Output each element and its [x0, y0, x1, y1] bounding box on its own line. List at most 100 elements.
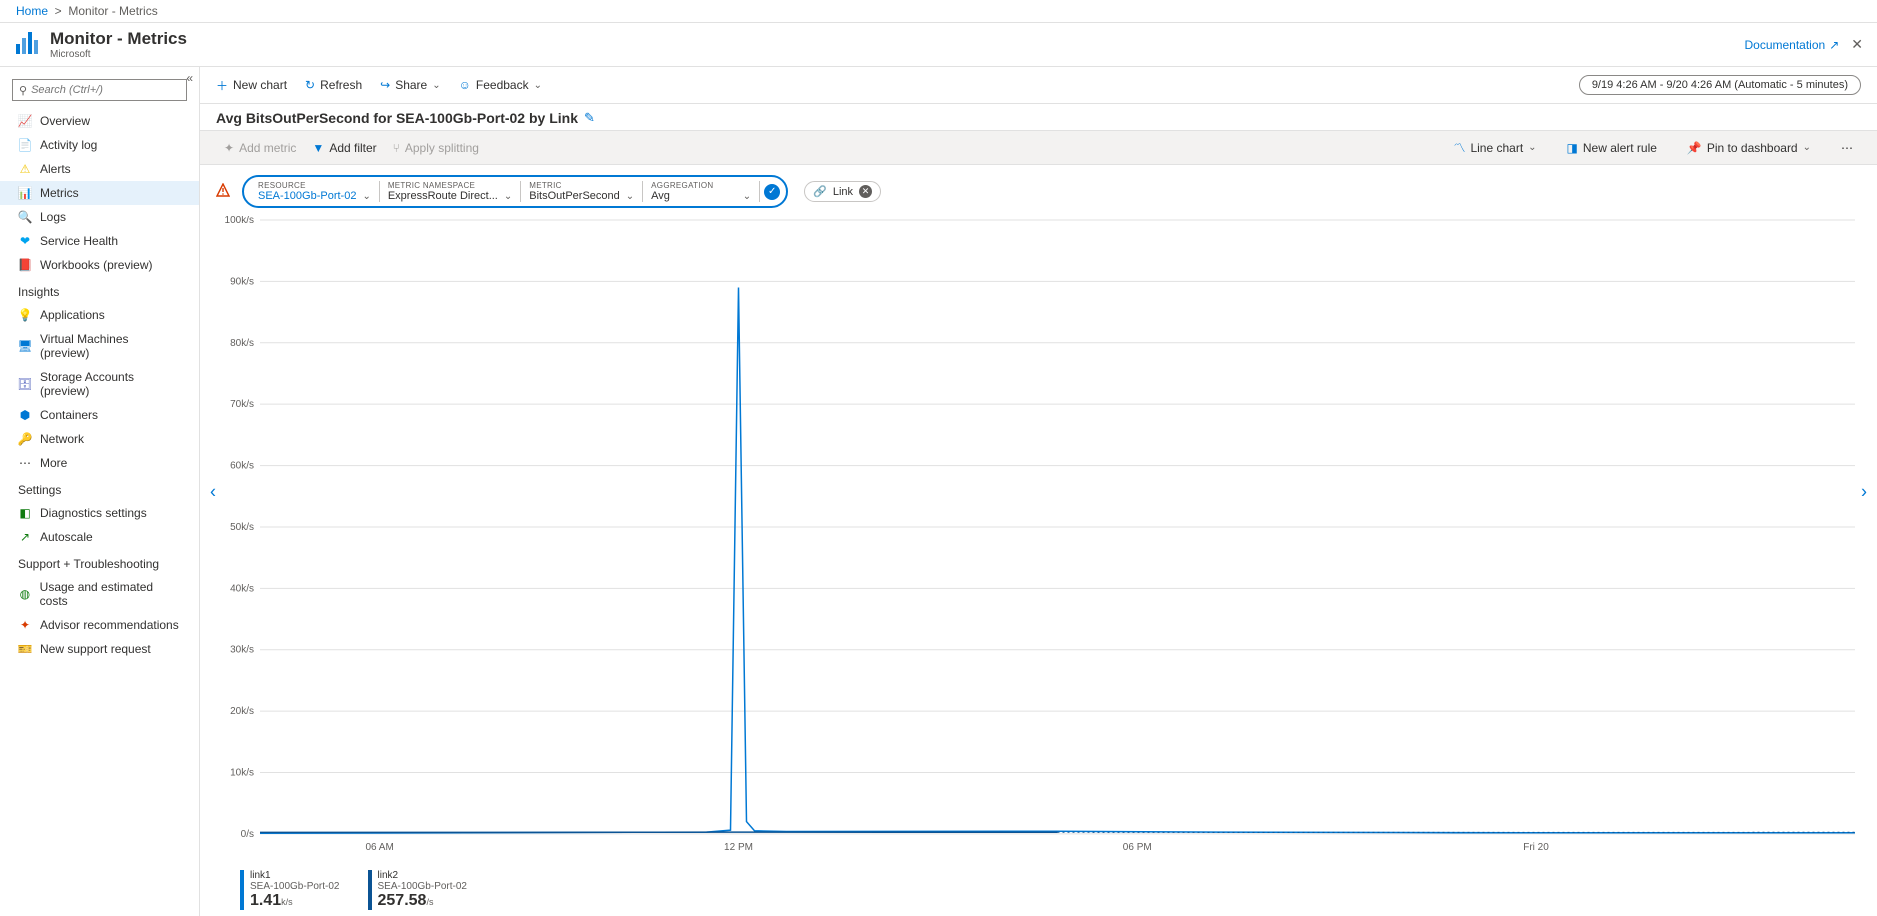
- metric-toolbar: ✦ Add metric ▼ Add filter ⑂ Apply splitt…: [200, 130, 1877, 165]
- aggregation-selector[interactable]: AGGREGATION Avg⌄: [643, 181, 760, 202]
- chart-toolbar: ＋ New chart ↻ Refresh ↪ Share ⌄ ☺ Feedba…: [200, 67, 1877, 104]
- search-input[interactable]: [31, 84, 180, 96]
- svg-text:80k/s: 80k/s: [230, 338, 254, 349]
- time-range-picker[interactable]: 9/19 4:26 AM - 9/20 4:26 AM (Automatic -…: [1579, 75, 1861, 95]
- link-filter-chip[interactable]: 🔗 Link ✕: [804, 181, 881, 202]
- network-icon: 🔑: [18, 432, 32, 446]
- sidebar-item-workbooks-preview-[interactable]: 📕Workbooks (preview): [0, 253, 199, 277]
- external-link-icon: ↗: [1829, 38, 1839, 52]
- more-menu-button[interactable]: ⋯: [1833, 137, 1861, 159]
- sidebar-item-usage-and-estimated-costs[interactable]: ◍ Usage and estimated costs: [0, 575, 199, 613]
- overview-icon: 📈: [18, 114, 32, 128]
- main-area: ＋ New chart ↻ Refresh ↪ Share ⌄ ☺ Feedba…: [200, 67, 1877, 916]
- legend-item-link1[interactable]: link1 SEA-100Gb-Port-02 1.41k/s: [240, 870, 340, 910]
- svg-text:30k/s: 30k/s: [230, 645, 254, 656]
- sidebar-item-more[interactable]: ⋯More: [0, 451, 199, 475]
- refresh-button[interactable]: ↻ Refresh: [305, 78, 362, 92]
- svg-text:90k/s: 90k/s: [230, 276, 254, 287]
- sidebar-item-label: Metrics: [40, 186, 79, 200]
- new-support-request-icon: 🎫: [18, 642, 32, 656]
- page-title: Monitor - Metrics: [50, 29, 187, 49]
- chart-legend: link1 SEA-100Gb-Port-02 1.41k/s link2 SE…: [200, 864, 1877, 916]
- alert-icon: ◨: [1567, 141, 1578, 155]
- breadcrumb-home[interactable]: Home: [16, 4, 48, 18]
- sidebar-item-virtual-machines-preview-[interactable]: 🖥 Virtual Machines (preview): [0, 327, 199, 365]
- svg-text:50k/s: 50k/s: [230, 522, 254, 533]
- nav-group-settings: Settings: [0, 475, 199, 501]
- legend-item-link2[interactable]: link2 SEA-100Gb-Port-02 257.58/s: [368, 870, 468, 910]
- chevron-down-icon: ⌄: [534, 80, 542, 91]
- sidebar-item-new-support-request[interactable]: 🎫New support request: [0, 637, 199, 661]
- sidebar-item-overview[interactable]: 📈 Overview: [0, 109, 199, 133]
- sidebar-item-advisor-recommendations[interactable]: ✦Advisor recommendations: [0, 613, 199, 637]
- sidebar-item-activity-log[interactable]: 📄Activity log: [0, 133, 199, 157]
- sidebar-item-diagnostics-settings[interactable]: ◧Diagnostics settings: [0, 501, 199, 525]
- more-icon: ⋯: [1841, 141, 1853, 155]
- warning-icon: [216, 183, 230, 200]
- containers-icon: ⬢: [18, 408, 32, 422]
- add-metric-button[interactable]: ✦ Add metric: [216, 137, 304, 159]
- sidebar-item-logs[interactable]: 🔍 Logs: [0, 205, 199, 229]
- share-button[interactable]: ↪ Share ⌄: [380, 78, 440, 92]
- monitor-icon: [14, 30, 40, 59]
- applications-icon: 💡: [18, 308, 32, 322]
- share-icon: ↪: [380, 78, 390, 92]
- resource-selector[interactable]: RESOURCE SEA-100Gb-Port-02⌄: [250, 181, 380, 202]
- sidebar-item-storage-accounts-preview-[interactable]: 🗄Storage Accounts (preview): [0, 365, 199, 403]
- remove-chip-icon[interactable]: ✕: [859, 185, 872, 198]
- collapse-sidebar-icon[interactable]: «: [186, 71, 193, 85]
- sidebar-item-label: Network: [40, 432, 84, 446]
- sidebar-item-label: Alerts: [40, 162, 71, 176]
- sparkle-icon: ✦: [224, 141, 234, 155]
- virtual-machines-preview--icon: 🖥: [18, 339, 32, 353]
- svg-text:100k/s: 100k/s: [225, 216, 254, 226]
- apply-splitting-button[interactable]: ⑂ Apply splitting: [385, 137, 487, 159]
- sidebar-item-label: Usage and estimated costs: [40, 580, 181, 608]
- sidebar-item-metrics[interactable]: 📊Metrics: [0, 181, 199, 205]
- close-icon[interactable]: ✕: [1851, 36, 1863, 53]
- sidebar-item-service-health[interactable]: ❤Service Health: [0, 229, 199, 253]
- chart-plot-area[interactable]: 0/s10k/s20k/s30k/s40k/s50k/s60k/s70k/s80…: [216, 216, 1861, 856]
- new-chart-button[interactable]: ＋ New chart: [216, 77, 287, 94]
- sidebar-item-network[interactable]: 🔑 Network: [0, 427, 199, 451]
- feedback-button[interactable]: ☺ Feedback ⌄: [459, 78, 542, 92]
- add-filter-button[interactable]: ▼ Add filter: [304, 137, 384, 159]
- chart-title: Avg BitsOutPerSecond for SEA-100Gb-Port-…: [216, 110, 578, 126]
- service-health-icon: ❤: [18, 234, 32, 248]
- metric-selector[interactable]: METRIC BitsOutPerSecond⌄: [521, 181, 643, 202]
- alerts-icon: ⚠: [18, 162, 32, 176]
- chevron-down-icon: ⌄: [362, 191, 370, 202]
- sidebar-item-label: Activity log: [40, 138, 97, 152]
- sidebar-item-label: Overview: [40, 114, 90, 128]
- logs-icon: 🔍: [18, 210, 32, 224]
- workbooks-preview--icon: 📕: [18, 258, 32, 272]
- sidebar-item-applications[interactable]: 💡 Applications: [0, 303, 199, 327]
- sidebar-item-label: Logs: [40, 210, 66, 224]
- apply-check-icon[interactable]: ✓: [764, 184, 780, 200]
- edit-title-icon[interactable]: ✎: [584, 110, 595, 126]
- usage-and-estimated-costs-icon: ◍: [18, 587, 32, 601]
- search-box[interactable]: ⚲: [12, 79, 187, 101]
- nav-group-support: Support + Troubleshooting: [0, 549, 199, 575]
- svg-text:10k/s: 10k/s: [230, 768, 254, 779]
- chart-type-selector[interactable]: 〽 Line chart ⌄: [1445, 135, 1544, 160]
- search-icon: ⚲: [19, 84, 27, 97]
- new-alert-button[interactable]: ◨ New alert rule: [1559, 137, 1665, 159]
- sidebar-item-autoscale[interactable]: ↗Autoscale: [0, 525, 199, 549]
- sidebar-item-label: Applications: [40, 308, 105, 322]
- pin-dashboard-button[interactable]: 📌 Pin to dashboard ⌄: [1679, 137, 1819, 159]
- documentation-link[interactable]: Documentation ↗: [1744, 38, 1839, 52]
- sidebar-item-alerts[interactable]: ⚠ Alerts: [0, 157, 199, 181]
- namespace-selector[interactable]: METRIC NAMESPACE ExpressRoute Direct...⌄: [380, 181, 521, 202]
- chevron-down-icon: ⌄: [1528, 142, 1536, 153]
- breadcrumb-current: Monitor - Metrics: [68, 4, 157, 18]
- svg-text:06 AM: 06 AM: [365, 842, 393, 853]
- sidebar-item-label: Virtual Machines (preview): [40, 332, 181, 360]
- sidebar-item-containers[interactable]: ⬢Containers: [0, 403, 199, 427]
- breadcrumb: Home > Monitor - Metrics: [0, 0, 1877, 23]
- refresh-icon: ↻: [305, 78, 315, 92]
- chevron-down-icon: ⌄: [432, 80, 440, 91]
- plus-icon: ＋: [216, 77, 228, 94]
- metric-selectors: RESOURCE SEA-100Gb-Port-02⌄ METRIC NAMES…: [200, 165, 1877, 212]
- chevron-down-icon: ⌄: [504, 191, 512, 202]
